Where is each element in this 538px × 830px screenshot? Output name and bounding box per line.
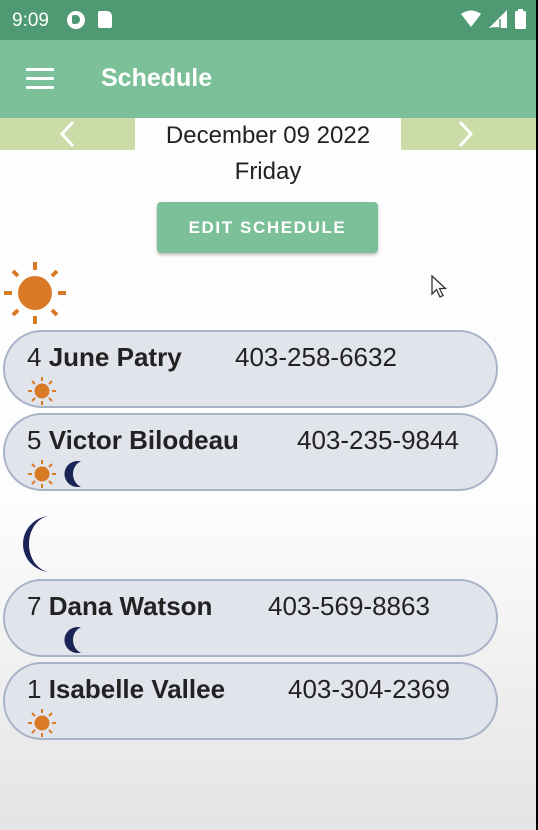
schedule-card[interactable]: 5 Victor Bilodeau 403-235-9844 — [3, 413, 498, 491]
shift-icons — [63, 625, 85, 655]
app-bar: Schedule — [0, 40, 536, 118]
card-title: 1 Isabelle Vallee — [27, 674, 225, 705]
card-title: 5 Victor Bilodeau — [27, 425, 239, 456]
cell-signal-icon — [489, 10, 507, 28]
weekday-label: Friday — [234, 158, 302, 185]
status-time: 9:09 — [12, 10, 49, 31]
day-shift-sun-icon — [4, 262, 66, 324]
staff-phone: 403-235-9844 — [297, 425, 459, 455]
moon-icon — [64, 627, 81, 653]
schedule-card[interactable]: 4 June Patry 403-258-6632 — [3, 330, 498, 408]
staff-name: Victor Bilodeau — [48, 425, 239, 455]
sim-card-icon — [98, 11, 112, 28]
wifi-icon — [461, 10, 481, 27]
chevron-right-icon — [458, 120, 474, 148]
page-title: Schedule — [101, 64, 213, 92]
previous-day-button[interactable] — [48, 118, 88, 150]
app-screen: 9:09 Schedule December 09 2022 Friday ED — [0, 0, 536, 830]
sun-icon — [28, 377, 56, 405]
staff-number: 1 — [27, 674, 42, 704]
menu-icon[interactable] — [26, 68, 54, 90]
staff-name: Dana Watson — [48, 591, 213, 621]
next-day-button[interactable] — [448, 118, 488, 150]
moon-icon — [64, 461, 81, 487]
sun-icon — [28, 460, 56, 488]
card-title: 7 Dana Watson — [27, 591, 212, 622]
shift-icons — [27, 708, 57, 738]
card-title: 4 June Patry — [27, 342, 182, 373]
night-shift-moon-icon — [23, 516, 51, 572]
date-label: December 09 2022 — [135, 118, 401, 150]
shift-icons — [27, 376, 57, 406]
schedule-card[interactable]: 1 Isabelle Vallee 403-304-2369 — [3, 662, 498, 740]
staff-name: Isabelle Vallee — [48, 674, 226, 704]
notification-app-icon — [67, 11, 85, 29]
shift-icons — [27, 459, 85, 489]
schedule-card[interactable]: 7 Dana Watson 403-569-8863 — [3, 579, 498, 657]
staff-phone: 403-258-6632 — [235, 342, 397, 372]
staff-name: June Patry — [48, 342, 182, 372]
staff-number: 7 — [27, 591, 42, 621]
staff-number: 5 — [27, 425, 42, 455]
chevron-left-icon — [59, 120, 75, 148]
sun-icon — [28, 709, 56, 737]
mouse-cursor-icon — [431, 274, 448, 298]
status-indicators — [461, 9, 526, 29]
staff-number: 4 — [27, 342, 42, 372]
status-bar: 9:09 — [0, 0, 536, 40]
staff-phone: 403-569-8863 — [268, 591, 430, 621]
date-navigation: December 09 2022 — [0, 118, 536, 150]
battery-icon — [515, 9, 526, 29]
staff-phone: 403-304-2369 — [288, 674, 450, 704]
edit-schedule-button[interactable]: EDIT SCHEDULE — [157, 202, 378, 253]
